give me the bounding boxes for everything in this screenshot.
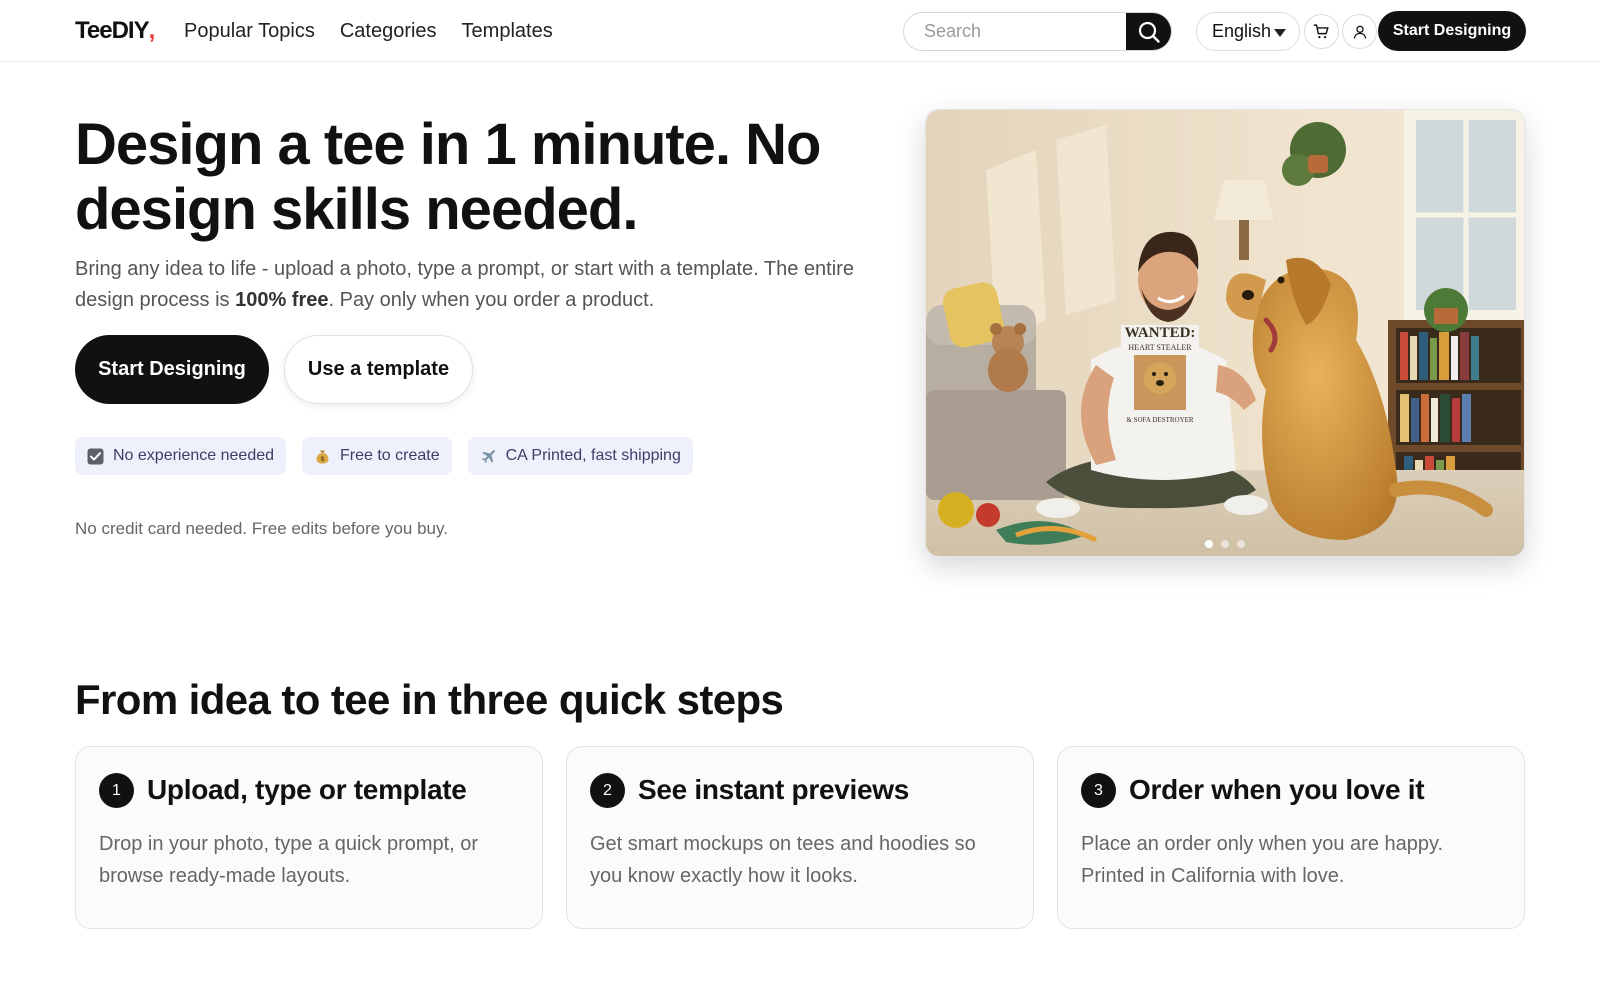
checkbox-icon: [87, 448, 104, 465]
hero-title: Design a tee in 1 minute. No design skil…: [75, 112, 821, 242]
logo-text: TeeDIY: [75, 17, 150, 44]
use-template-button[interactable]: Use a template: [284, 335, 473, 404]
airplane-icon: [480, 448, 497, 465]
hero-photo: WANTED: HEART STEALER & SOFA DESTROYER: [926, 110, 1524, 556]
nav-link-categories[interactable]: Categories: [340, 17, 437, 45]
cart-icon: [1313, 24, 1329, 39]
hero-subtitle-part2: . Pay only when you order a product.: [328, 289, 655, 311]
hero-image-carousel[interactable]: WANTED: HEART STEALER & SOFA DESTROYER: [925, 109, 1525, 557]
account-button[interactable]: [1342, 14, 1377, 49]
shirt-graphic-line3: & SOFA DESTROYER: [1126, 416, 1193, 424]
nav-link-templates[interactable]: Templates: [462, 17, 553, 45]
language-selector[interactable]: English: [1196, 12, 1300, 51]
step-card-3: 3 Order when you love it Place an order …: [1057, 746, 1525, 929]
header-start-designing-button[interactable]: Start Designing: [1378, 11, 1526, 51]
carousel-dot-1[interactable]: [1205, 540, 1213, 548]
steps-section-title: From idea to tee in three quick steps: [75, 676, 784, 723]
start-designing-button[interactable]: Start Designing: [75, 335, 269, 404]
top-navigation-bar: TeeDIY, Popular Topics Categories Templa…: [0, 0, 1600, 62]
step-description: Drop in your photo, type a quick prompt,…: [99, 833, 479, 887]
step-description: Place an order only when you are happy. …: [1081, 833, 1444, 887]
teediy-logo[interactable]: TeeDIY,: [75, 16, 156, 46]
main-nav: Popular Topics Categories Templates: [184, 17, 553, 45]
chip-free-to-create: $ Free to create: [302, 437, 452, 475]
step-title: Upload, type or template: [147, 774, 467, 805]
caret-down-icon: [1274, 29, 1286, 37]
chip-ca-printed: CA Printed, fast shipping: [467, 437, 693, 475]
step-number-badge: 1: [99, 773, 134, 808]
user-icon: [1353, 25, 1366, 39]
carousel-indicators: [926, 540, 1524, 548]
search-icon: [1138, 21, 1160, 43]
logo-accent: ,: [148, 17, 156, 44]
step-card-2: 2 See instant previews Get smart mockups…: [566, 746, 1034, 929]
step-description: Get smart mockups on tees and hoodies so…: [590, 833, 976, 887]
search-box: [903, 12, 1172, 51]
step-number-badge: 3: [1081, 773, 1116, 808]
svg-text:$: $: [321, 456, 325, 463]
chip-label: CA Printed, fast shipping: [505, 447, 681, 464]
money-bag-icon: $: [314, 448, 331, 465]
search-button[interactable]: [1126, 13, 1171, 50]
feature-chips: No experience needed $ Free to create CA…: [75, 437, 693, 475]
carousel-dot-2[interactable]: [1221, 540, 1229, 548]
step-number-badge: 2: [590, 773, 625, 808]
steps-list: 1 Upload, type or template Drop in your …: [75, 746, 1526, 929]
language-label: English: [1212, 21, 1272, 41]
shirt-graphic-line2: HEART STEALER: [1128, 343, 1192, 352]
hero-note: No credit card needed. Free edits before…: [75, 519, 448, 538]
chip-label: Free to create: [340, 447, 440, 464]
hero-subtitle: Bring any idea to life - upload a photo,…: [75, 254, 895, 316]
hero-subtitle-emphasis: 100% free: [235, 289, 329, 311]
chip-no-experience: No experience needed: [75, 437, 287, 475]
carousel-dot-3[interactable]: [1237, 540, 1245, 548]
shirt-graphic-headline: WANTED:: [1125, 325, 1196, 341]
step-card-1: 1 Upload, type or template Drop in your …: [75, 746, 543, 929]
step-title: Order when you love it: [1129, 774, 1425, 805]
chip-label: No experience needed: [113, 447, 275, 464]
nav-link-popular-topics[interactable]: Popular Topics: [184, 17, 315, 45]
cart-button[interactable]: [1304, 14, 1339, 49]
search-input[interactable]: [904, 13, 1128, 50]
step-title: See instant previews: [638, 774, 910, 805]
